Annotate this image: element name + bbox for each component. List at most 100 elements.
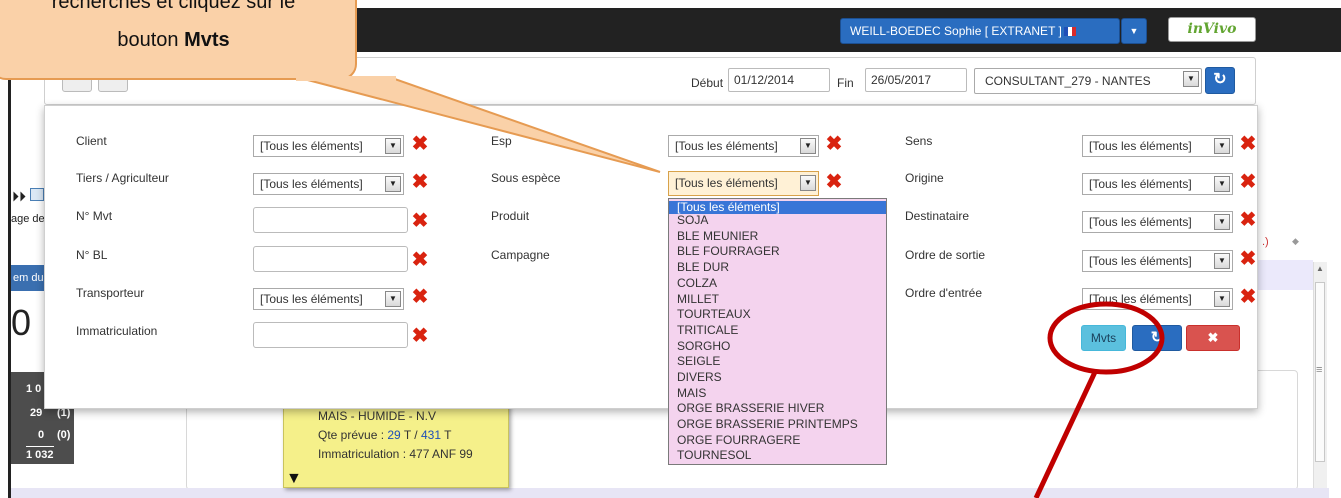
tiers-select[interactable]: [Tous les éléments] ▼ (253, 173, 404, 195)
card-product: MAIS - HUMIDE - N.V (318, 409, 437, 423)
clear-destinataire-icon[interactable]: ✖ (1239, 210, 1257, 230)
bg-label-age-de: age de (11, 213, 45, 225)
filter-label-ordre-entree: Ordre d'entrée (905, 286, 982, 300)
select-value: [Tous les éléments] (1089, 177, 1192, 191)
filter-label-sens: Sens (905, 134, 933, 148)
scroll-up-icon[interactable]: ▲ (1316, 264, 1324, 273)
invivo-logo: inVivo (1168, 17, 1256, 42)
debut-date-input[interactable]: 01/12/2014 (728, 68, 830, 92)
sens-select[interactable]: [Tous les éléments] ▼ (1082, 135, 1233, 157)
dropdown-option[interactable]: SEIGLE (669, 355, 886, 368)
clear-n-bl-icon[interactable]: ✖ (411, 250, 429, 270)
mvts-button[interactable]: Mvts (1081, 325, 1126, 351)
select-value: [Tous les éléments] (260, 292, 363, 306)
filter-icon[interactable]: ▼ (286, 470, 302, 488)
sous-espece-dropdown-list[interactable]: [Tous les éléments] SOJA BLE MEUNIER BLE… (668, 198, 887, 465)
dropdown-option[interactable]: DIVERS (669, 371, 886, 384)
france-flag-icon (1063, 27, 1076, 36)
clear-client-icon[interactable]: ✖ (411, 134, 429, 154)
bg-big-counter: 0 (11, 302, 32, 343)
reset-filters-button[interactable]: ✖ (1186, 325, 1240, 351)
select-value: [Tous les éléments] (1089, 292, 1192, 306)
bottom-strip (11, 488, 1329, 498)
origine-select[interactable]: [Tous les éléments] ▼ (1082, 173, 1233, 195)
clear-sous-espece-icon[interactable]: ✖ (825, 172, 843, 192)
dropdown-option[interactable]: ORGE BRASSERIE HIVER (669, 402, 886, 415)
user-menu-button[interactable]: WEILL-BOEDEC Sophie [ EXTRANET ] (840, 18, 1120, 44)
dropdown-option[interactable]: MILLET (669, 293, 886, 306)
dropdown-option[interactable]: ORGE BRASSERIE PRINTEMPS (669, 418, 886, 431)
select-value: [Tous les éléments] (675, 176, 778, 190)
clear-espece-icon[interactable]: ✖ (825, 134, 843, 154)
refresh-filters-button[interactable]: ↻ (1132, 325, 1182, 351)
filter-label-espece: Esp (491, 134, 512, 148)
dropdown-option[interactable]: TOURTEAUX (669, 308, 886, 321)
bg-tab-label: em du (13, 272, 44, 284)
ordre-entree-select[interactable]: [Tous les éléments] ▼ (1082, 288, 1233, 310)
dropdown-option[interactable]: ORGE FOURRAGERE (669, 434, 886, 447)
filter-label-tiers: Tiers / Agriculteur (76, 171, 169, 185)
dropdown-arrow-icon: ▼ (800, 138, 816, 154)
dropdown-option[interactable]: BLE DUR (669, 261, 886, 274)
n-bl-input[interactable] (253, 246, 408, 272)
stat-value: 0 (38, 429, 45, 441)
clear-tiers-icon[interactable]: ✖ (411, 172, 429, 192)
select-value: [Tous les éléments] (1089, 215, 1192, 229)
callout-line2: bouton Mvts (117, 29, 230, 51)
calendar-icon[interactable] (30, 188, 44, 201)
clear-transporteur-icon[interactable]: ✖ (411, 287, 429, 307)
filter-label-sous-espece: Sous espèce (491, 171, 561, 185)
clear-ordre-sortie-icon[interactable]: ✖ (1239, 249, 1257, 269)
filter-label-destinataire: Destinataire (905, 209, 970, 223)
clear-origine-icon[interactable]: ✖ (1239, 172, 1257, 192)
refresh-button-top[interactable]: ↻ (1205, 67, 1235, 94)
clear-ordre-entree-icon[interactable]: ✖ (1239, 287, 1257, 307)
clear-immatriculation-icon[interactable]: ✖ (411, 326, 429, 346)
filter-panel (44, 105, 1258, 409)
transporteur-select[interactable]: [Tous les éléments] ▼ (253, 288, 404, 310)
select-value: [Tous les éléments] (260, 177, 363, 191)
bg-tab[interactable]: em du (11, 265, 45, 291)
consultant-select[interactable]: CONSULTANT_279 - NANTES ▼ (974, 68, 1202, 94)
nav-arrows-icon[interactable]: ⏵⏵ (12, 188, 26, 205)
espece-select[interactable]: [Tous les éléments] ▼ (668, 135, 819, 157)
filter-label-immatriculation: Immatriculation (76, 324, 158, 338)
dropdown-arrow-icon: ▼ (385, 176, 401, 192)
dropdown-option[interactable]: MAIS (669, 387, 886, 400)
sort-arrows-icon[interactable]: ◆ (1292, 236, 1299, 247)
refresh-icon: ↻ (1213, 71, 1227, 88)
destinataire-select[interactable]: [Tous les éléments] ▼ (1082, 211, 1233, 233)
dropdown-option[interactable]: SORGHO (669, 340, 886, 353)
stat-total: 1 032 (26, 446, 54, 461)
callout-line1: recherches et cliquez sur le (51, 0, 296, 13)
stat-value: 1 0 (26, 383, 42, 395)
user-menu-caret-icon[interactable]: ▼ (1121, 18, 1147, 44)
n-mvt-input[interactable] (253, 207, 408, 233)
dropdown-option[interactable]: COLZA (669, 277, 886, 290)
fin-date-input[interactable]: 26/05/2017 (865, 68, 967, 92)
callout-text: recherches et cliquez sur le bouton Mvts (0, 0, 347, 80)
immatriculation-input[interactable] (253, 322, 408, 348)
dropdown-option[interactable]: SOJA (669, 214, 886, 227)
ordre-sortie-select[interactable]: [Tous les éléments] ▼ (1082, 250, 1233, 272)
sous-espece-select[interactable]: [Tous les éléments] ▼ (668, 171, 819, 196)
dropdown-option[interactable]: BLE FOURRAGER (669, 245, 886, 258)
dropdown-arrow-icon: ▼ (1183, 71, 1199, 87)
scroll-grip-icon: ≡ (1316, 364, 1323, 376)
dropdown-arrow-icon: ▼ (1214, 291, 1230, 307)
clear-sens-icon[interactable]: ✖ (1239, 134, 1257, 154)
dropdown-arrow-icon: ▼ (1214, 176, 1230, 192)
dropdown-option[interactable]: TRITICALE (669, 324, 886, 337)
dropdown-option[interactable]: TOURNESOL (669, 449, 886, 462)
dropdown-arrow-icon: ▼ (385, 138, 401, 154)
client-select[interactable]: [Tous les éléments] ▼ (253, 135, 404, 157)
select-value: [Tous les éléments] (675, 139, 778, 153)
dropdown-option[interactable]: BLE MEUNIER (669, 230, 886, 243)
stat-count: (0) (57, 429, 71, 441)
select-value: [Tous les éléments] (1089, 254, 1192, 268)
dropdown-arrow-icon: ▼ (1214, 138, 1230, 154)
clear-n-mvt-icon[interactable]: ✖ (411, 211, 429, 231)
fin-label: Fin (837, 76, 854, 90)
dropdown-arrow-icon: ▼ (385, 291, 401, 307)
filter-label-n-bl: N° BL (76, 248, 108, 262)
